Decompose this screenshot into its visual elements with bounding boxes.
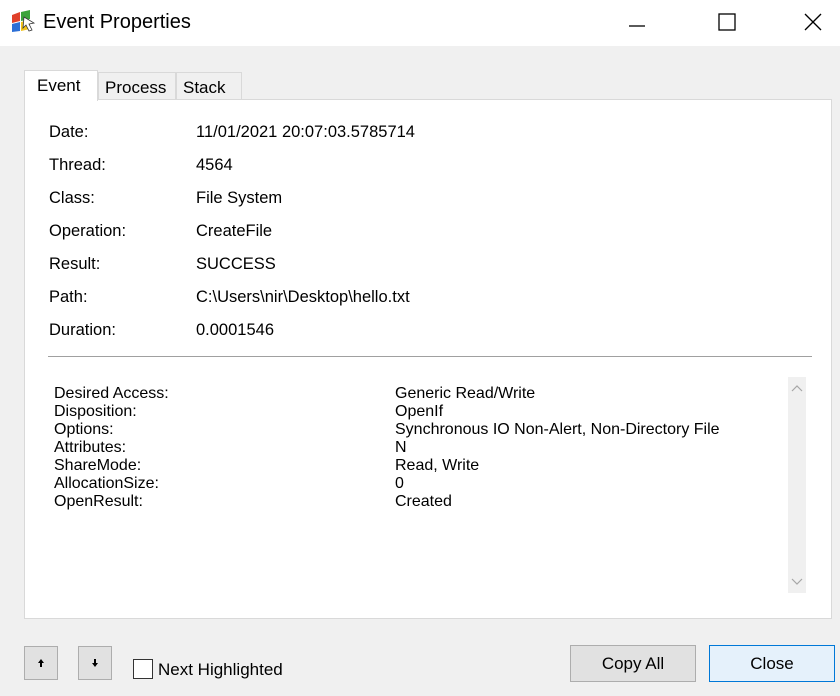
chevron-up-icon — [791, 385, 803, 392]
detail-list[interactable]: Desired Access: Generic Read/Write Dispo… — [48, 376, 812, 594]
next-event-button[interactable] — [78, 646, 112, 680]
detail-value: 0 — [395, 475, 404, 492]
tab-process[interactable]: Process — [98, 72, 176, 100]
property-label-class: Class: — [49, 189, 95, 207]
detail-label: Desired Access: — [54, 385, 169, 402]
window-title: Event Properties — [43, 11, 191, 33]
detail-label: Options: — [54, 421, 114, 438]
detail-value: Generic Read/Write — [395, 385, 536, 402]
arrow-down-icon — [92, 659, 98, 667]
close-window-button[interactable] — [790, 0, 836, 44]
property-value-path: C:\Users\nir\Desktop\hello.txt — [196, 288, 410, 306]
close-button[interactable]: Close — [709, 645, 835, 682]
property-label-date: Date: — [49, 123, 89, 141]
chevron-down-icon — [791, 578, 803, 585]
arrow-up-icon — [38, 659, 44, 667]
minimize-button[interactable] — [614, 0, 660, 44]
detail-value: N — [395, 439, 407, 456]
minimize-icon — [629, 25, 645, 27]
detail-value: Created — [395, 493, 452, 510]
maximize-button[interactable] — [704, 0, 750, 44]
property-value-class: File System — [196, 189, 283, 207]
property-label-duration: Duration: — [49, 321, 116, 339]
detail-label: OpenResult: — [54, 493, 143, 510]
maximize-icon — [718, 13, 736, 31]
next-highlighted-checkbox[interactable] — [133, 659, 153, 679]
detail-value: OpenIf — [395, 403, 444, 420]
detail-label: ShareMode: — [54, 457, 142, 474]
close-icon — [804, 13, 822, 31]
previous-event-button[interactable] — [24, 646, 58, 680]
property-label-result: Result: — [49, 255, 101, 273]
detail-label: Disposition: — [54, 403, 137, 420]
tab-event[interactable]: Event — [24, 70, 98, 101]
property-value-operation: CreateFile — [196, 222, 273, 240]
detail-value: Synchronous IO Non-Alert, Non-Directory … — [395, 421, 720, 438]
tab-stack[interactable]: Stack — [176, 72, 242, 100]
property-value-result: SUCCESS — [196, 255, 276, 273]
property-value-thread: 4564 — [196, 156, 233, 174]
vertical-scrollbar[interactable] — [788, 377, 806, 593]
scroll-up-button[interactable] — [788, 379, 806, 397]
divider — [48, 356, 812, 357]
property-value-date: 11/01/2021 20:07:03.5785714 — [196, 123, 415, 141]
scroll-down-button[interactable] — [788, 573, 806, 591]
property-label-thread: Thread: — [49, 156, 106, 174]
copy-all-button[interactable]: Copy All — [570, 645, 696, 682]
detail-value: Read, Write — [395, 457, 480, 474]
event-panel: Date: 11/01/2021 20:07:03.5785714 Thread… — [24, 99, 832, 619]
title-bar: Event Properties — [0, 0, 840, 46]
procmon-app-icon — [10, 9, 36, 33]
property-label-path: Path: — [49, 288, 88, 306]
detail-label: AllocationSize: — [54, 475, 159, 492]
next-highlighted-label[interactable]: Next Highlighted — [158, 660, 283, 680]
property-label-operation: Operation: — [49, 222, 127, 240]
property-value-duration: 0.0001546 — [196, 321, 274, 339]
detail-label: Attributes: — [54, 439, 127, 456]
